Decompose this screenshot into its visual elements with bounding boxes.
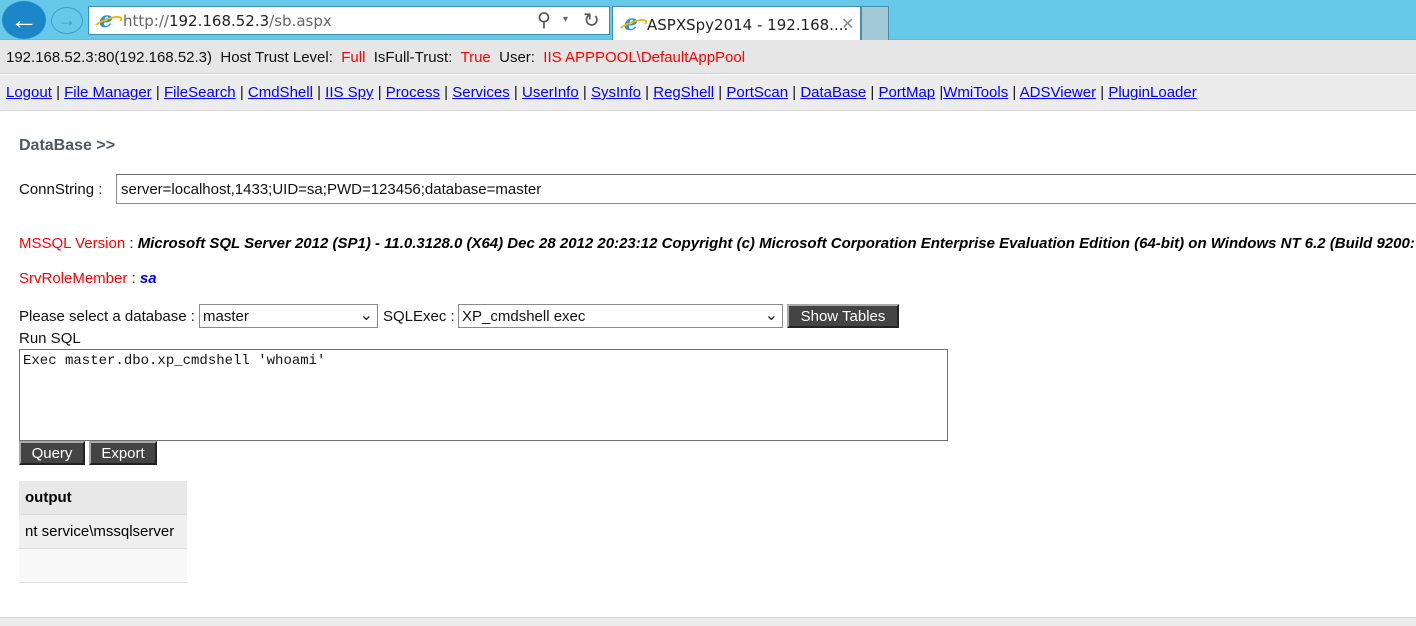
srv-role-member: SrvRoleMember : sa — [19, 270, 157, 287]
refresh-icon[interactable]: ↻ — [583, 8, 600, 33]
address-url[interactable]: http://192.168.52.3/sb.aspx — [123, 12, 332, 30]
show-tables-button[interactable]: Show Tables — [787, 304, 899, 328]
browser-tab[interactable]: e ASPXSpy2014 - 192.168.... ✕ — [612, 6, 861, 40]
nav-database[interactable]: DataBase — [800, 84, 866, 101]
server-info-bar: 192.168.52.3:80(192.168.52.3) Host Trust… — [0, 40, 1416, 74]
fulltrust-value: True — [460, 49, 491, 66]
ie-logo-icon: e — [95, 9, 117, 32]
sqlexec-select-value: XP_cmdshell exec — [462, 308, 586, 325]
version-label: MSSQL Version — [19, 235, 126, 252]
nav-filesearch[interactable]: FileSearch — [164, 84, 236, 101]
section-title: DataBase >> — [19, 137, 116, 154]
new-tab-button[interactable] — [861, 6, 889, 40]
user-label: User: — [499, 49, 535, 66]
sql-textarea[interactable]: Exec master.dbo.xp_cmdshell 'whoami' — [19, 349, 948, 441]
mssql-version: MSSQL Version : Microsoft SQL Server 201… — [19, 235, 1416, 252]
back-button[interactable]: ← — [2, 1, 46, 39]
connstring-input[interactable] — [116, 174, 1416, 204]
role-value: sa — [139, 270, 157, 287]
nav-wmitools[interactable]: WmiTools — [943, 84, 1008, 101]
role-label: SrvRoleMember — [19, 270, 128, 287]
connstring-label: ConnString : — [19, 181, 103, 198]
arrow-left-icon: ← — [10, 4, 38, 35]
run-sql-label: Run SQL — [19, 330, 81, 347]
user-value: IIS APPPOOL\DefaultAppPool — [543, 49, 746, 66]
nav-adsviewer[interactable]: ADSViewer — [1020, 84, 1096, 101]
address-bar[interactable]: e http://192.168.52.3/sb.aspx ⚲ ▾ ↻ — [88, 6, 610, 35]
table-row — [19, 548, 187, 583]
result-cell — [19, 548, 187, 583]
nav-file-manager[interactable]: File Manager — [64, 84, 152, 101]
nav-logout[interactable]: Logout — [6, 84, 52, 101]
main-nav: Logout | File Manager | FileSearch | Cmd… — [0, 75, 1416, 111]
fulltrust-label: IsFull-Trust: — [373, 49, 453, 66]
forward-button[interactable]: → — [51, 7, 83, 34]
select-db-label: Please select a database : — [19, 308, 195, 325]
database-select[interactable]: master ⌄ — [199, 304, 378, 328]
nav-portmap[interactable]: PortMap — [878, 84, 935, 101]
close-icon[interactable]: ✕ — [841, 14, 854, 34]
nav-portscan[interactable]: PortScan — [726, 84, 788, 101]
sqlexec-select[interactable]: XP_cmdshell exec ⌄ — [458, 304, 783, 328]
nav-process[interactable]: Process — [386, 84, 440, 101]
version-value: Microsoft SQL Server 2012 (SP1) - 11.0.3… — [137, 235, 1416, 252]
search-icon[interactable]: ⚲ — [537, 9, 551, 32]
chevron-down-icon: ⌄ — [764, 307, 778, 324]
result-cell: nt service\mssqlserver — [19, 514, 187, 549]
table-row: nt service\mssqlserver — [19, 514, 187, 549]
ie-logo-icon: e — [620, 12, 642, 35]
nav-regshell[interactable]: RegShell — [653, 84, 714, 101]
nav-cmdshell[interactable]: CmdShell — [248, 84, 313, 101]
nav-userinfo[interactable]: UserInfo — [522, 84, 579, 101]
page-footer — [0, 617, 1416, 626]
trust-value: Full — [341, 49, 366, 66]
query-button[interactable]: Query — [19, 441, 85, 465]
nav-sysinfo[interactable]: SysInfo — [591, 84, 641, 101]
trust-label: Host Trust Level: — [220, 49, 333, 66]
sqlexec-label: SQLExec : — [383, 308, 455, 325]
result-header: output — [19, 481, 187, 515]
database-select-value: master — [203, 308, 249, 325]
tab-title: ASPXSpy2014 - 192.168.... — [647, 16, 849, 34]
chevron-down-icon: ⌄ — [359, 307, 373, 324]
result-table: output nt service\mssqlserver — [19, 481, 187, 583]
dropdown-icon[interactable]: ▾ — [563, 14, 568, 25]
export-button[interactable]: Export — [89, 441, 157, 465]
nav-pluginloader[interactable]: PluginLoader — [1108, 84, 1196, 101]
nav-services[interactable]: Services — [452, 84, 510, 101]
host-info: 192.168.52.3:80(192.168.52.3) — [6, 49, 213, 66]
arrow-right-icon: → — [58, 10, 76, 30]
browser-toolbar: ← → e http://192.168.52.3/sb.aspx ⚲ ▾ ↻ … — [0, 0, 1416, 40]
nav-iis-spy[interactable]: IIS Spy — [325, 84, 373, 101]
